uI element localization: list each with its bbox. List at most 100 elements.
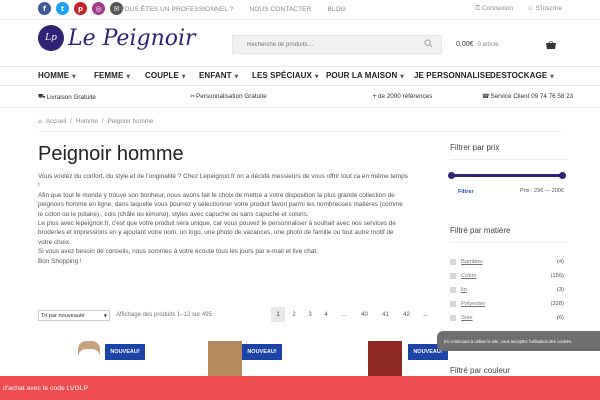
- chevron-down-icon: ▼: [398, 74, 405, 80]
- intro-paragraph: Vous voulez du confort, du style et de l…: [38, 173, 408, 190]
- divider: [450, 242, 568, 243]
- page-link-41[interactable]: 41: [376, 307, 395, 322]
- plus-icon: +: [372, 93, 378, 100]
- promo-banner: d'achat avec le code LVGLP: [0, 376, 600, 400]
- material-label[interactable]: lin: [461, 287, 467, 293]
- material-filter-item[interactable]: Bambou (4): [450, 255, 568, 269]
- chevron-down-icon: ▼: [179, 74, 186, 80]
- sort-value: Tri par nouveauté: [41, 312, 85, 319]
- checkbox[interactable]: [450, 259, 456, 265]
- material-count: (3): [556, 287, 564, 293]
- search-icon[interactable]: [424, 39, 433, 48]
- sort-select[interactable]: Tri par nouveauté ▼: [38, 310, 110, 321]
- search-box: [232, 35, 442, 54]
- material-count: (328): [550, 301, 564, 307]
- page-link-40[interactable]: 40: [355, 307, 374, 322]
- material-filter-item[interactable]: Soie (6): [450, 311, 568, 325]
- category-description: Vous voulez du confort, du style et de l…: [38, 172, 408, 266]
- basket-icon[interactable]: [546, 41, 556, 50]
- next-page-icon[interactable]: →: [418, 307, 432, 322]
- home-icon[interactable]: ⌂: [38, 118, 42, 125]
- perk-item: ☎ Service Client 09 74 76 58 23: [482, 93, 573, 100]
- truck-icon: ⛟: [38, 93, 46, 100]
- breadcrumb-separator: /: [101, 118, 104, 125]
- checkbox[interactable]: [450, 315, 456, 321]
- product-card[interactable]: NOUVEAU!: [38, 336, 148, 376]
- result-count: Affichage des produits 1–12 sur 495: [116, 312, 212, 318]
- breadcrumb-current: Peignoir homme: [107, 118, 154, 125]
- chevron-down-icon: ▼: [124, 74, 131, 80]
- material-list: Bambou (4) Coton (156) lin (3) Polyester (328) S…: [450, 255, 568, 325]
- page-link-3[interactable]: 3: [303, 307, 317, 322]
- intro-paragraph: Si vous avez besoin de conseils, nous so…: [38, 248, 318, 256]
- register-link[interactable]: ☺ S'inscrire: [527, 5, 562, 13]
- material-filter-title: Filtré par matière: [450, 226, 511, 235]
- pinterest-icon[interactable]: p: [74, 2, 87, 15]
- nav-item-label: HOMME: [38, 71, 70, 80]
- twitter-icon[interactable]: t: [56, 2, 69, 15]
- material-label[interactable]: Coton: [461, 273, 476, 279]
- page-link-4[interactable]: 4: [319, 307, 333, 322]
- nav-item-homme[interactable]: HOMME ▼: [38, 71, 76, 80]
- product-card[interactable]: NOUVEAU!: [304, 336, 448, 376]
- chevron-down-icon: ▼: [548, 74, 555, 80]
- perk-label: Service Client 09 74 76 58 23: [490, 93, 574, 100]
- price-min-handle[interactable]: [448, 172, 455, 179]
- site-logo[interactable]: Lp Le Peignoir: [38, 25, 196, 51]
- material-label[interactable]: Soie: [461, 315, 473, 321]
- product-homme-blanc-photo[interactable]: [78, 341, 100, 376]
- nav-item-les-spéciaux[interactable]: LES SPÉCIAUX ▼: [252, 71, 319, 80]
- instagram-icon[interactable]: ◎: [92, 2, 105, 15]
- perk-label: de 2000 références: [378, 93, 433, 100]
- nav-item-je-personnalise[interactable]: JE PERSONNALISE: [414, 71, 491, 80]
- nav-item-pour-la-maison[interactable]: POUR LA MAISON ▼: [326, 71, 404, 80]
- facebook-icon-glyph: f: [42, 4, 47, 13]
- phone-icon: ☎: [482, 93, 490, 100]
- material-filter-item[interactable]: Coton (156): [450, 269, 568, 283]
- cart-count: 0 article: [477, 42, 499, 48]
- instagram-icon-glyph: ◎: [95, 4, 102, 13]
- divider: [450, 159, 568, 160]
- price-max-handle[interactable]: [559, 172, 566, 179]
- checkbox[interactable]: [450, 273, 456, 279]
- product-grid: NOUVEAU! NOUVEAU! NOUVEAU!: [38, 336, 448, 376]
- scissors-icon: ✂: [190, 93, 196, 100]
- page-link-2[interactable]: 2: [287, 307, 301, 322]
- top-link[interactable]: NOUS CONTACTER: [249, 6, 311, 13]
- product-tartan-rouge-photo[interactable]: [368, 341, 402, 376]
- top-link[interactable]: BLOG: [327, 6, 345, 13]
- material-count: (6): [556, 315, 564, 321]
- product-card[interactable]: NOUVEAU!: [160, 336, 282, 376]
- price-slider[interactable]: [448, 172, 566, 179]
- material-label[interactable]: Bambou: [461, 259, 483, 265]
- top-link[interactable]: VOUS ÊTES UN PROFESSIONNEL ?: [120, 6, 233, 13]
- login-link[interactable]: ⚿ Connexion: [475, 5, 513, 13]
- breadcrumb-link[interactable]: Homme: [76, 118, 98, 125]
- product-plaid-beige-photo[interactable]: [208, 341, 242, 376]
- checkbox[interactable]: [450, 301, 456, 307]
- intro-paragraph: Afin que tout le monde y trouve son bonh…: [38, 191, 403, 218]
- cart-summary[interactable]: 0,00€ 0 article: [456, 41, 499, 48]
- material-count: (156): [550, 273, 564, 279]
- nav-item-femme[interactable]: FEMME ▼: [94, 71, 130, 80]
- search-input[interactable]: [233, 36, 413, 53]
- cookie-notice[interactable]: En continuant à utiliser le site, vous a…: [437, 331, 600, 351]
- cart-total: 0,00€: [456, 41, 474, 48]
- page-link-42[interactable]: 42: [397, 307, 416, 322]
- nav-item-enfant[interactable]: ENFANT ▼: [199, 71, 238, 80]
- material-filter-item[interactable]: Polyester (328): [450, 297, 568, 311]
- breadcrumb-link[interactable]: Accueil: [46, 118, 66, 125]
- material-label[interactable]: Polyester: [461, 301, 485, 307]
- facebook-icon[interactable]: f: [38, 2, 51, 15]
- page-ellipsis: …: [341, 311, 347, 318]
- top-links: VOUS ÊTES UN PROFESSIONNEL ? NOUS CONTACT…: [120, 6, 346, 13]
- perk-item: + de 2000 références: [372, 93, 432, 100]
- checkbox[interactable]: [450, 287, 456, 293]
- nav-item-label: LES SPÉCIAUX: [252, 71, 312, 80]
- material-filter-item[interactable]: lin (3): [450, 283, 568, 297]
- nav-item-couple[interactable]: COUPLE ▼: [145, 71, 186, 80]
- filter-button[interactable]: Filtrer: [458, 189, 474, 195]
- chevron-down-icon: ▼: [312, 74, 319, 80]
- nav-item-destockage[interactable]: DESTOCKAGE ▼: [490, 71, 554, 80]
- color-filter-title: Filtré par couleur: [450, 366, 511, 375]
